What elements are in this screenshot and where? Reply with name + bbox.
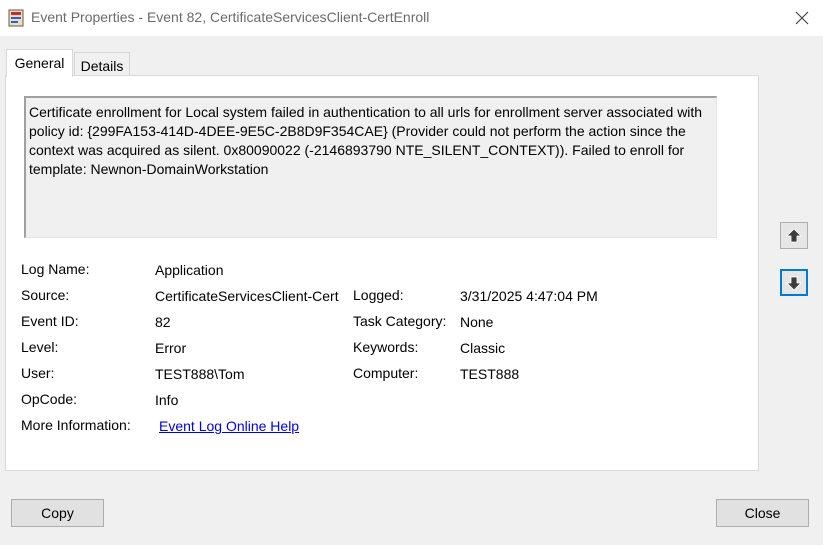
- logged-value[interactable]: 3/31/2025 4:47:04 PM: [460, 288, 598, 304]
- event-id-value[interactable]: 82: [155, 314, 171, 330]
- task-category-value[interactable]: None: [460, 314, 493, 330]
- more-info-label: More Information:: [21, 417, 131, 433]
- keywords-label: Keywords:: [353, 339, 419, 355]
- event-description[interactable]: Certificate enrollment for Local system …: [24, 96, 717, 238]
- logged-label: Logged:: [353, 287, 404, 303]
- event-viewer-icon: [8, 9, 24, 27]
- user-value[interactable]: TEST888\Tom: [155, 366, 244, 382]
- arrow-down-icon: [786, 276, 802, 291]
- opcode-label: OpCode:: [21, 391, 78, 407]
- next-event-button[interactable]: [780, 269, 808, 296]
- previous-event-button[interactable]: [780, 222, 808, 249]
- level-value[interactable]: Error: [155, 340, 186, 356]
- event-id-label: Event ID:: [21, 313, 79, 329]
- title-bar: Event Properties - Event 82, Certificate…: [0, 0, 823, 36]
- computer-label: Computer:: [353, 365, 419, 381]
- log-name-value[interactable]: Application: [155, 262, 224, 278]
- close-button[interactable]: Close: [716, 499, 809, 527]
- event-log-help-link[interactable]: Event Log Online Help: [159, 418, 299, 434]
- tab-details[interactable]: Details: [74, 52, 130, 77]
- user-label: User:: [21, 365, 55, 381]
- keywords-value[interactable]: Classic: [460, 340, 505, 356]
- source-value[interactable]: CertificateServicesClient-Cert: [155, 288, 339, 304]
- tab-general[interactable]: General: [6, 49, 73, 77]
- opcode-value[interactable]: Info: [155, 392, 178, 408]
- source-label: Source:: [21, 287, 70, 303]
- task-category-label: Task Category:: [353, 313, 447, 329]
- computer-value[interactable]: TEST888: [460, 366, 519, 382]
- level-label: Level:: [21, 339, 59, 355]
- log-name-label: Log Name:: [21, 261, 90, 277]
- copy-button[interactable]: Copy: [11, 499, 104, 527]
- arrow-up-icon: [786, 227, 802, 242]
- window-title: Event Properties - Event 82, Certificate…: [31, 9, 430, 25]
- close-icon[interactable]: [793, 9, 811, 27]
